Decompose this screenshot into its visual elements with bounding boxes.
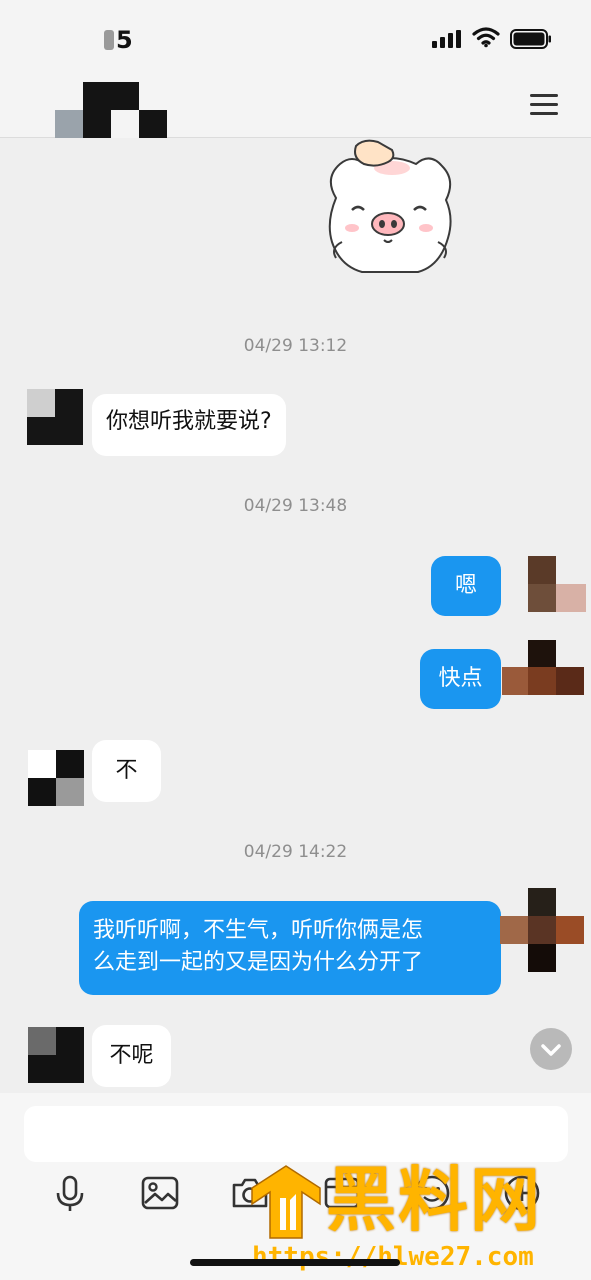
my-avatar[interactable] — [528, 556, 586, 612]
message-timestamp: 04/29 13:48 — [243, 496, 348, 516]
outgoing-message-bubble[interactable]: 嗯 — [431, 556, 501, 616]
chevron-down-icon — [541, 1044, 561, 1056]
incoming-message-bubble[interactable]: 你想听我就要说? — [92, 394, 286, 456]
incoming-message-bubble[interactable]: 不呢 — [92, 1025, 171, 1087]
incoming-message-bubble[interactable]: 不 — [92, 740, 161, 802]
emoji-icon[interactable] — [412, 1173, 452, 1213]
outgoing-message-bubble[interactable]: 快点 — [420, 649, 501, 709]
scroll-to-bottom-button[interactable] — [530, 1028, 572, 1070]
plus-icon[interactable] — [502, 1173, 542, 1213]
chat-header — [0, 78, 591, 138]
message-line: 么走到一起的又是因为什么分开了 — [93, 950, 424, 975]
my-avatar[interactable] — [502, 640, 584, 696]
home-indicator[interactable] — [190, 1259, 400, 1266]
contact-avatar[interactable] — [55, 82, 167, 138]
status-pill-icon — [104, 30, 114, 50]
status-time: 5 — [104, 26, 133, 54]
contact-avatar[interactable] — [28, 750, 84, 806]
status-bar: 5 — [0, 0, 591, 78]
image-icon[interactable] — [140, 1173, 180, 1213]
folder-icon[interactable] — [322, 1173, 362, 1213]
message-timestamp: 04/29 13:12 — [243, 336, 348, 356]
message-timestamp: 04/29 14:22 — [243, 842, 348, 862]
status-time-text: 5 — [116, 26, 133, 54]
pig-sticker-image[interactable] — [322, 138, 458, 278]
microphone-icon[interactable] — [50, 1173, 90, 1213]
contact-avatar[interactable] — [28, 1027, 84, 1083]
message-line: 我听听啊，不生气，听听你俩是怎 — [93, 918, 424, 943]
cellular-signal-icon — [432, 30, 464, 48]
message-composer — [0, 1093, 591, 1280]
contact-avatar[interactable] — [27, 389, 83, 445]
wifi-icon — [472, 27, 500, 48]
message-input[interactable] — [24, 1106, 568, 1162]
camera-icon[interactable] — [230, 1173, 270, 1213]
hamburger-menu-icon[interactable] — [530, 94, 558, 116]
my-avatar[interactable] — [500, 888, 584, 972]
battery-icon — [510, 29, 551, 49]
outgoing-message-bubble[interactable]: 我听听啊，不生气，听听你俩是怎 么走到一起的又是因为什么分开了 — [79, 901, 501, 995]
